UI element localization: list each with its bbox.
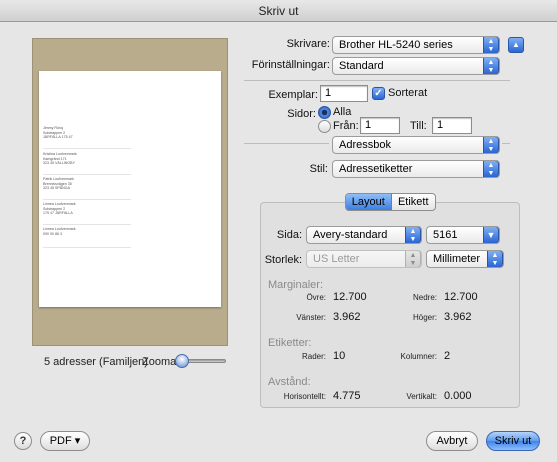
collapse-details-icon[interactable]: ▲ [508,37,524,53]
pdf-button[interactable]: PDF ▾ [40,431,90,451]
margin-bottom-label: Nedre: [412,293,437,302]
printer-label: Skrivare: [286,38,330,50]
style-label: Stil: [309,163,328,175]
zoom-slider-knob[interactable] [175,354,189,368]
preview-label-line: JÄRFÄLLA 175 47 [43,135,73,140]
collate-checkbox[interactable]: ✓ [372,87,385,100]
margin-bottom-value: 12.700 [444,291,478,303]
cols-value: 2 [444,350,451,362]
preview-label: Patrik Loufvenmark Brennivsvägen 35 323 … [43,176,131,200]
preview-label-line: 175 47 JÄRFÄLLA [43,211,73,216]
collate-label: Sorterat [388,87,428,99]
size-label: Storlek: [264,254,302,266]
horizontal-value: 4.775 [333,390,361,402]
size-value: US Letter [313,253,360,265]
preview-label: Jimmy Rönq Solstrappen 2 JÄRFÄLLA 175 47 [43,125,131,149]
unit-select[interactable]: Millimeter ▲ ▼ [426,250,504,268]
margin-right-label: Höger: [412,313,437,322]
unit-value: Millimeter [433,253,481,265]
updown-arrow-icon: ▲ ▼ [483,58,499,74]
tab-layout[interactable]: Layout [346,194,392,210]
copies-field[interactable]: 1 [320,85,368,102]
margin-top-label: Övre: [306,293,326,302]
page-code-value: 5161 [433,229,458,241]
vertical-value: 0.000 [444,390,472,402]
divider [244,143,329,144]
copies-label: Exemplar: [268,89,318,101]
tab-bar: Layout Etikett [345,193,436,211]
preview-label-line: 323 45 SPÅNGA [43,186,70,191]
pages-from-field[interactable]: 1 [360,117,400,134]
print-preview: Jimmy Rönq Solstrappen 2 JÄRFÄLLA 175 47… [32,38,228,346]
pages-to-field[interactable]: 1 [432,117,472,134]
divider [244,80,510,81]
printer-select[interactable]: Brother HL-5240 series ▲ ▼ [332,36,500,54]
preview-label-line: 323 45 VÄLLINGBY [43,161,75,166]
preview-label: Linnea Loufvenmark 090 90 86 3 [43,226,131,248]
spacing-heading: Avstånd: [268,376,311,388]
preview-label-line: 090 90 86 3 [43,231,62,236]
preview-label: Kristina Loufvenmark Kamgränd 171 323 45… [43,151,131,175]
labels-heading: Etiketter: [268,337,312,349]
rows-label: Rader: [301,352,326,361]
chevron-down-icon: ▼ [483,227,499,243]
help-icon[interactable]: ? [14,432,32,450]
window-title: Skriv ut [0,0,557,22]
divider [502,143,510,144]
updown-arrow-icon: ▲ ▼ [405,227,421,243]
zoom-label: Zooma: [142,356,180,368]
pages-all-label: Alla [333,106,352,118]
preview-summary: 5 adresser (Familjen) [44,356,148,368]
vertical-label: Vertikalt: [406,392,437,401]
updown-arrow-icon: ▲ ▼ [487,251,503,267]
updown-arrow-icon: ▲ ▼ [483,161,499,177]
pages-label: Sidor: [287,108,316,120]
updown-arrow-icon: ▲ ▼ [405,251,421,267]
preview-label: Linnea Loufvenmark Solstrappen 2 175 47 … [43,201,131,225]
pages-to-label: Till: [410,120,427,132]
presets-label: Förinställningar: [251,59,330,71]
page-type-value: Avery-standard [313,229,388,241]
printer-select-value: Brother HL-5240 series [339,39,453,51]
print-button[interactable]: Skriv ut [486,431,540,451]
page-type-label: Sida: [276,229,302,241]
preview-page: Jimmy Rönq Solstrappen 2 JÄRFÄLLA 175 47… [39,71,221,307]
page-type-select[interactable]: Avery-standard ▲ ▼ [306,226,422,244]
margin-left-value: 3.962 [333,311,361,323]
horizontal-label: Horisontellt: [283,392,326,401]
presets-select[interactable]: Standard ▲ ▼ [332,57,500,75]
rows-value: 10 [333,350,346,362]
style-select-value: Adressetiketter [339,163,413,175]
panel-select-value: Adressbok [339,139,391,151]
updown-arrow-icon: ▲ ▼ [483,137,499,153]
presets-select-value: Standard [339,60,384,72]
panel-select[interactable]: Adressbok ▲ ▼ [332,136,500,154]
pages-from-label: Från: [333,120,359,132]
size-select: US Letter ▲ ▼ [306,250,422,268]
margins-heading: Marginaler: [268,279,324,291]
margin-top-value: 12.700 [333,291,367,303]
cancel-button[interactable]: Avbryt [426,431,478,451]
pages-all-radio[interactable] [318,106,331,119]
margin-right-value: 3.962 [444,311,472,323]
style-select[interactable]: Adressetiketter ▲ ▼ [332,160,500,178]
pages-range-radio[interactable] [318,120,331,133]
updown-arrow-icon: ▲ ▼ [483,37,499,53]
tab-etikett[interactable]: Etikett [392,194,436,210]
cols-label: Kolumner: [400,352,437,361]
margin-left-label: Vänster: [296,313,326,322]
page-code-select[interactable]: 5161 ▼ [426,226,500,244]
